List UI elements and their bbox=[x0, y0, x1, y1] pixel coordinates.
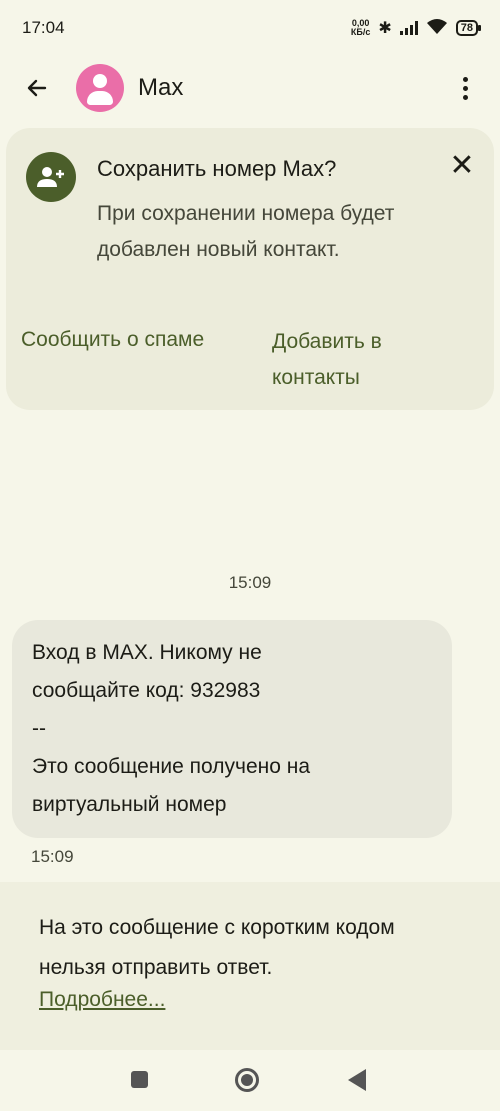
recents-icon[interactable] bbox=[131, 1071, 148, 1088]
close-icon[interactable]: ✕ bbox=[446, 150, 478, 182]
battery-level: 78 bbox=[460, 22, 473, 34]
more-vert-icon[interactable] bbox=[450, 70, 480, 106]
status-icons: 0,00 КБ/с ✱ 78 bbox=[351, 18, 482, 39]
contact-name[interactable]: Max bbox=[138, 74, 183, 102]
bluetooth-icon: ✱ bbox=[378, 20, 392, 37]
message-line: Вход в MAX. Никому не bbox=[32, 641, 262, 664]
message-line: сообщайте код: 932983 bbox=[32, 679, 261, 702]
message-bubble[interactable]: Вход в MAX. Никому не сообщайте код: 932… bbox=[12, 620, 452, 838]
add-contact-button[interactable]: Добавить в контакты bbox=[272, 324, 442, 396]
message-line: Это сообщение получено на bbox=[32, 755, 311, 778]
save-contact-card: Сохранить номер Max? При сохранении номе… bbox=[6, 128, 494, 410]
navigation-bar bbox=[0, 1050, 500, 1111]
save-card-title: Сохранить номер Max? bbox=[97, 156, 337, 181]
learn-more-link[interactable]: Подробнее... bbox=[39, 988, 165, 1012]
signal-icon bbox=[399, 21, 418, 35]
reply-disabled-notice: На это сообщение с коротким кодом нельзя… bbox=[0, 882, 500, 1050]
message-line: -- bbox=[32, 717, 46, 740]
avatar-icon[interactable] bbox=[76, 64, 124, 112]
report-spam-button[interactable]: Сообщить о спаме bbox=[21, 328, 204, 352]
home-icon[interactable] bbox=[235, 1068, 259, 1092]
back-arrow-icon[interactable] bbox=[14, 65, 60, 111]
conversation-timestamp: 15:09 bbox=[228, 573, 272, 592]
app-bar: Max bbox=[0, 56, 500, 120]
save-card-description: При сохранении номера будет добавлен нов… bbox=[97, 202, 395, 261]
status-time: 17:04 bbox=[22, 18, 65, 37]
message-line: виртуальный номер bbox=[32, 793, 227, 816]
net-speed: 0,00 КБ/с bbox=[351, 19, 370, 37]
message-time: 15:09 bbox=[31, 847, 74, 866]
add-person-icon bbox=[26, 152, 76, 202]
wifi-icon bbox=[426, 18, 448, 39]
notice-text: На это сообщение с коротким кодом нельзя… bbox=[39, 916, 395, 979]
status-bar: 17:04 0,00 КБ/с ✱ 78 bbox=[0, 0, 500, 56]
net-speed-unit: КБ/с bbox=[350, 27, 371, 37]
battery-icon: 78 bbox=[455, 20, 482, 36]
back-icon[interactable] bbox=[348, 1069, 366, 1091]
